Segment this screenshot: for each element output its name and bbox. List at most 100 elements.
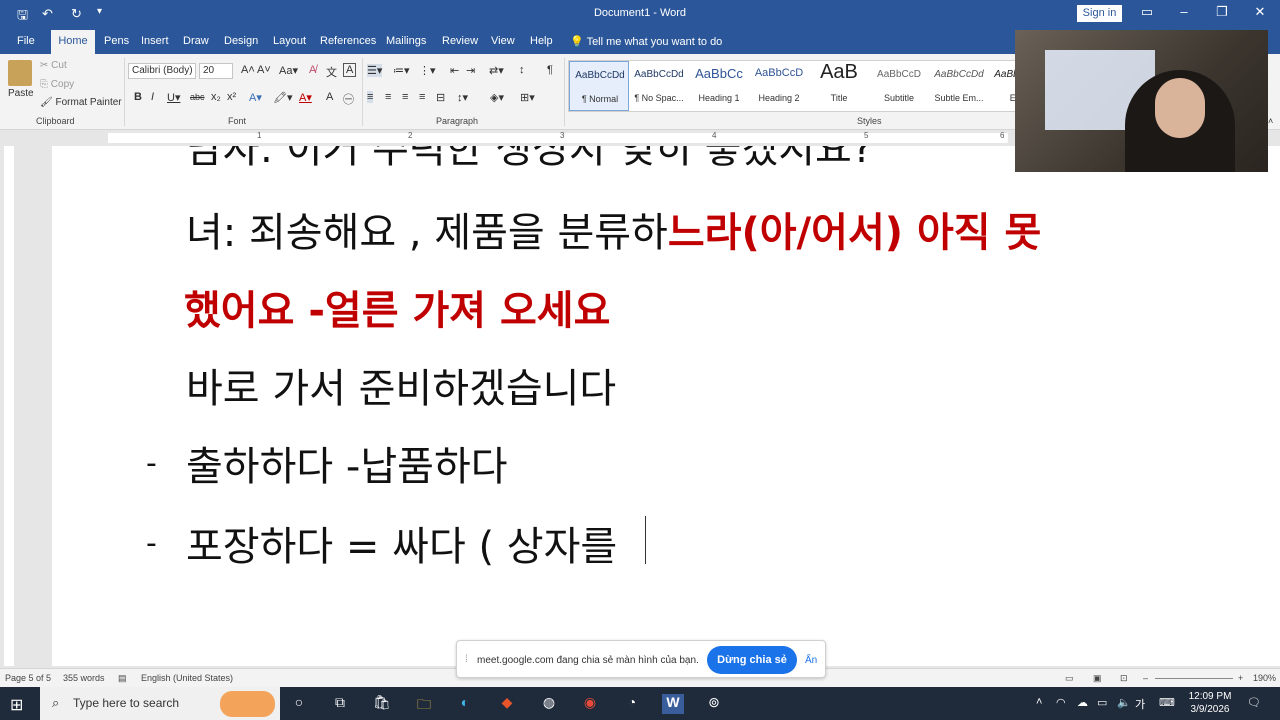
save-icon[interactable]: 🖫 [17,6,28,28]
sign-in-button[interactable]: Sign in [1077,5,1122,22]
character-shading-icon[interactable]: A [326,91,333,103]
style-subtle-emphasis[interactable]: AaBbCcDd Subtle Em... [929,61,989,111]
page-count[interactable]: Page 5 of 5 [5,673,51,683]
subscript-icon[interactable]: x₂ [211,91,221,103]
onedrive-icon[interactable]: ☁ [1077,696,1088,709]
minimize-button[interactable]: – [1174,4,1194,19]
web-layout-icon[interactable]: ⊡ [1120,673,1128,684]
volume-icon[interactable]: 🔈 [1117,696,1131,709]
chrome-icon[interactable]: ◉ [579,694,601,714]
phonetic-guide-icon[interactable]: 文 [326,64,337,80]
italic-icon[interactable]: I [151,91,154,103]
settings-app-icon[interactable]: ⊚ [703,694,725,714]
style-heading-2[interactable]: AaBbCcD Heading 2 [749,61,809,111]
tab-design[interactable]: Design [224,35,258,47]
strikethrough-icon[interactable]: abc [190,92,205,102]
tab-mailings[interactable]: Mailings [386,35,426,47]
font-color-icon[interactable]: A▾ [299,91,312,104]
tab-review[interactable]: Review [442,35,478,47]
tab-references[interactable]: References [320,35,376,47]
tab-home[interactable]: Home [51,30,95,54]
tab-file[interactable]: File [17,35,35,47]
language-indicator[interactable]: English (United States) [141,673,233,683]
battery-icon[interactable]: ▭ [1097,696,1107,709]
show-formatting-icon[interactable]: ¶ [547,64,553,76]
cut-button[interactable]: ✂ Cut [40,60,67,71]
superscript-icon[interactable]: x² [227,91,236,103]
change-case-icon[interactable]: Aa▾ [279,64,298,77]
font-size-select[interactable]: 20 [199,63,233,79]
grow-font-icon[interactable]: A˄ [241,64,255,76]
shading-icon[interactable]: ◈▾ [490,91,504,104]
task-view-icon[interactable]: ⧉ [329,694,351,714]
align-center-icon[interactable]: ≡ [385,91,391,103]
zoom-slider[interactable] [1155,678,1233,679]
bold-icon[interactable]: B [134,91,142,103]
notifications-icon[interactable]: 🗨 [1247,696,1261,709]
underline-icon[interactable]: U▾ [167,91,180,104]
keyboard-icon[interactable]: ⌨ [1159,696,1175,709]
chinese-layout-icon[interactable]: ⇄▾ [489,64,504,77]
align-right-icon[interactable]: ≡ [402,91,408,103]
zoom-in-icon[interactable]: + [1238,673,1243,683]
cortana-icon[interactable]: ○ [288,694,310,714]
increase-indent-icon[interactable]: ⇥ [466,64,475,77]
align-left-icon[interactable]: ≡ [367,91,374,103]
chat-app-icon[interactable]: ◍ [538,694,560,714]
line-spacing-icon[interactable]: ↕▾ [457,91,468,104]
redo-icon[interactable]: ↻ [71,6,82,22]
restore-button[interactable]: ❐ [1212,4,1232,20]
decrease-indent-icon[interactable]: ⇤ [450,64,459,77]
character-border-icon[interactable]: A [343,63,357,77]
word-count[interactable]: 355 words [63,673,105,683]
store-icon[interactable]: 🛍 [371,694,393,714]
read-mode-icon[interactable]: ▭ [1065,673,1074,684]
clock-app-icon[interactable]: ◔ [621,694,643,714]
paste-button[interactable]: Paste [8,88,34,99]
hide-banner-link[interactable]: Ẩn [805,655,817,666]
tray-chevron-icon[interactable]: ˄ [1036,696,1042,708]
stop-sharing-button[interactable]: Dừng chia sẻ [707,646,797,674]
style-normal[interactable]: AaBbCcDd ¶ Normal [569,61,629,111]
tab-pens[interactable]: Pens [104,35,129,47]
clear-formatting-icon[interactable]: A̸ [309,64,316,76]
print-layout-icon[interactable]: ▣ [1093,673,1102,684]
tab-draw[interactable]: Draw [183,35,209,47]
zoom-level[interactable]: 190% [1253,673,1276,683]
drag-handle-icon[interactable]: ⁞ [465,654,468,665]
taskbar-search[interactable]: ⌕ Type here to search [40,687,280,720]
document-page[interactable]: 남자: 이거 주럭한 생성지 잊히 좋겠지요? 녀: 죄송해요 , 제품을 분류… [52,146,1280,666]
highlight-icon[interactable]: 🖍▾ [273,91,293,104]
multilevel-list-icon[interactable]: ⋮▾ [419,64,436,77]
borders-icon[interactable]: ⊞▾ [520,91,535,104]
style-subtitle[interactable]: AaBbCcD Subtitle [869,61,929,111]
font-name-select[interactable]: Calibri (Body) [128,63,196,79]
file-explorer-icon[interactable]: 🗀 [413,694,435,714]
style-emphasis[interactable]: AaBbCcDd Emp [989,61,1015,111]
edge-icon[interactable]: ◐ [454,694,476,714]
proofing-icon[interactable]: ▤ [118,673,127,684]
format-painter-button[interactable]: 🖌 Format Painter [40,97,122,108]
zoom-out-icon[interactable]: – [1143,673,1148,683]
ribbon-display-icon[interactable]: ▭ [1137,4,1157,20]
bullets-icon[interactable]: ☰▾ [367,64,383,77]
shrink-font-icon[interactable]: A˅ [257,64,271,76]
copy-button[interactable]: ⎘ Copy [40,79,74,90]
tab-insert[interactable]: Insert [141,35,169,47]
close-button[interactable]: ✕ [1250,4,1270,20]
sort-icon[interactable]: ↕ [519,64,525,76]
style-heading-1[interactable]: AaBbCc Heading 1 [689,61,749,111]
enclose-characters-icon[interactable]: ㊀ [343,91,354,107]
vertical-ruler[interactable] [4,146,14,666]
customize-qat-icon[interactable]: ▾ [97,6,102,17]
text-effects-icon[interactable]: A▾ [249,91,262,104]
justify-icon[interactable]: ≡ [419,91,425,103]
tab-help[interactable]: Help [530,35,553,47]
tab-layout[interactable]: Layout [273,35,306,47]
style-title[interactable]: AaB Title [809,61,869,111]
network-icon[interactable]: ◠ [1056,696,1066,709]
collapse-ribbon-icon[interactable]: ˄ [1268,116,1273,126]
tell-me-search[interactable]: 💡 Tell me what you want to do [570,35,722,48]
paste-icon[interactable] [8,60,32,86]
tab-view[interactable]: View [491,35,515,47]
